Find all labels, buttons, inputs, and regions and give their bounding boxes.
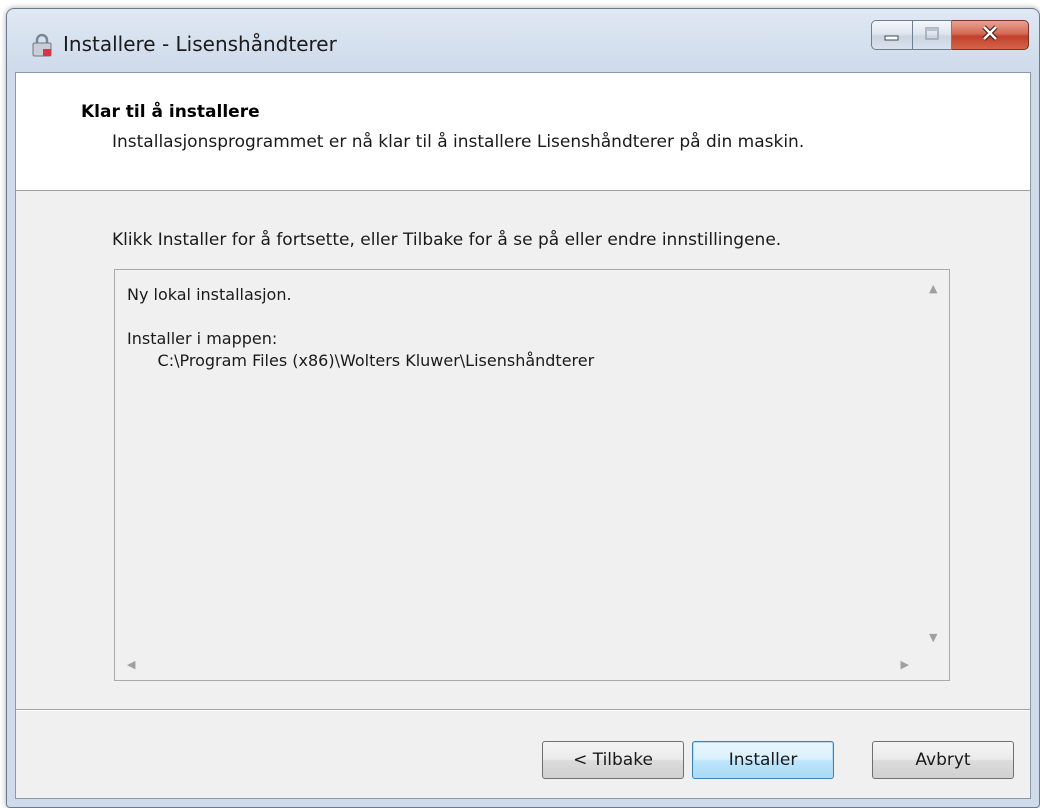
scroll-left-icon[interactable]: ◀ [127,658,135,671]
window-title: Installere - Lisenshåndterer [63,32,337,56]
window-controls [871,20,1029,50]
install-button[interactable]: Installer [692,741,834,779]
memo-line: Ny lokal installasjon. [127,285,292,304]
scroll-up-icon[interactable]: ▲ [929,282,937,295]
close-button[interactable] [952,20,1029,50]
back-button[interactable]: < Tilbake [542,741,684,779]
maximize-button[interactable] [913,20,952,50]
wizard-header: Klar til å installere Installasjonsprogr… [16,73,1030,191]
minimize-button[interactable] [871,20,913,50]
memo-text: Ny lokal installasjon. Installer i mappe… [127,284,594,372]
memo-line: Installer i mappen: [127,329,278,348]
memo-line: C:\Program Files (x86)\Wolters Kluwer\Li… [127,351,595,370]
footer-divider [16,709,1030,711]
page-title: Klar til å installere [81,102,260,122]
instruction-text: Klikk Installer for å fortsette, eller T… [112,230,782,250]
vertical-scrollbar[interactable]: ▲ ▼ [919,270,949,648]
horizontal-scrollbar[interactable]: ◀ ▶ [115,650,919,680]
ready-memo[interactable]: Ny lokal installasjon. Installer i mappe… [114,269,950,681]
scroll-right-icon[interactable]: ▶ [901,658,909,671]
wizard-client-area: Klar til å installere Installasjonsprogr… [15,72,1031,799]
cancel-button[interactable]: Avbryt [872,741,1014,779]
page-subtitle: Installasjonsprogrammet er nå klar til å… [112,132,805,152]
minimize-icon [884,26,900,45]
memo-blank-line [127,306,594,328]
maximize-icon [924,26,940,45]
title-bar[interactable]: Installere - Lisenshåndterer [7,9,1039,73]
scroll-down-icon[interactable]: ▼ [929,631,937,644]
installer-window: Installere - Lisenshåndterer Klar til å … [6,8,1040,808]
close-icon [980,25,1000,45]
lock-icon [31,33,53,57]
